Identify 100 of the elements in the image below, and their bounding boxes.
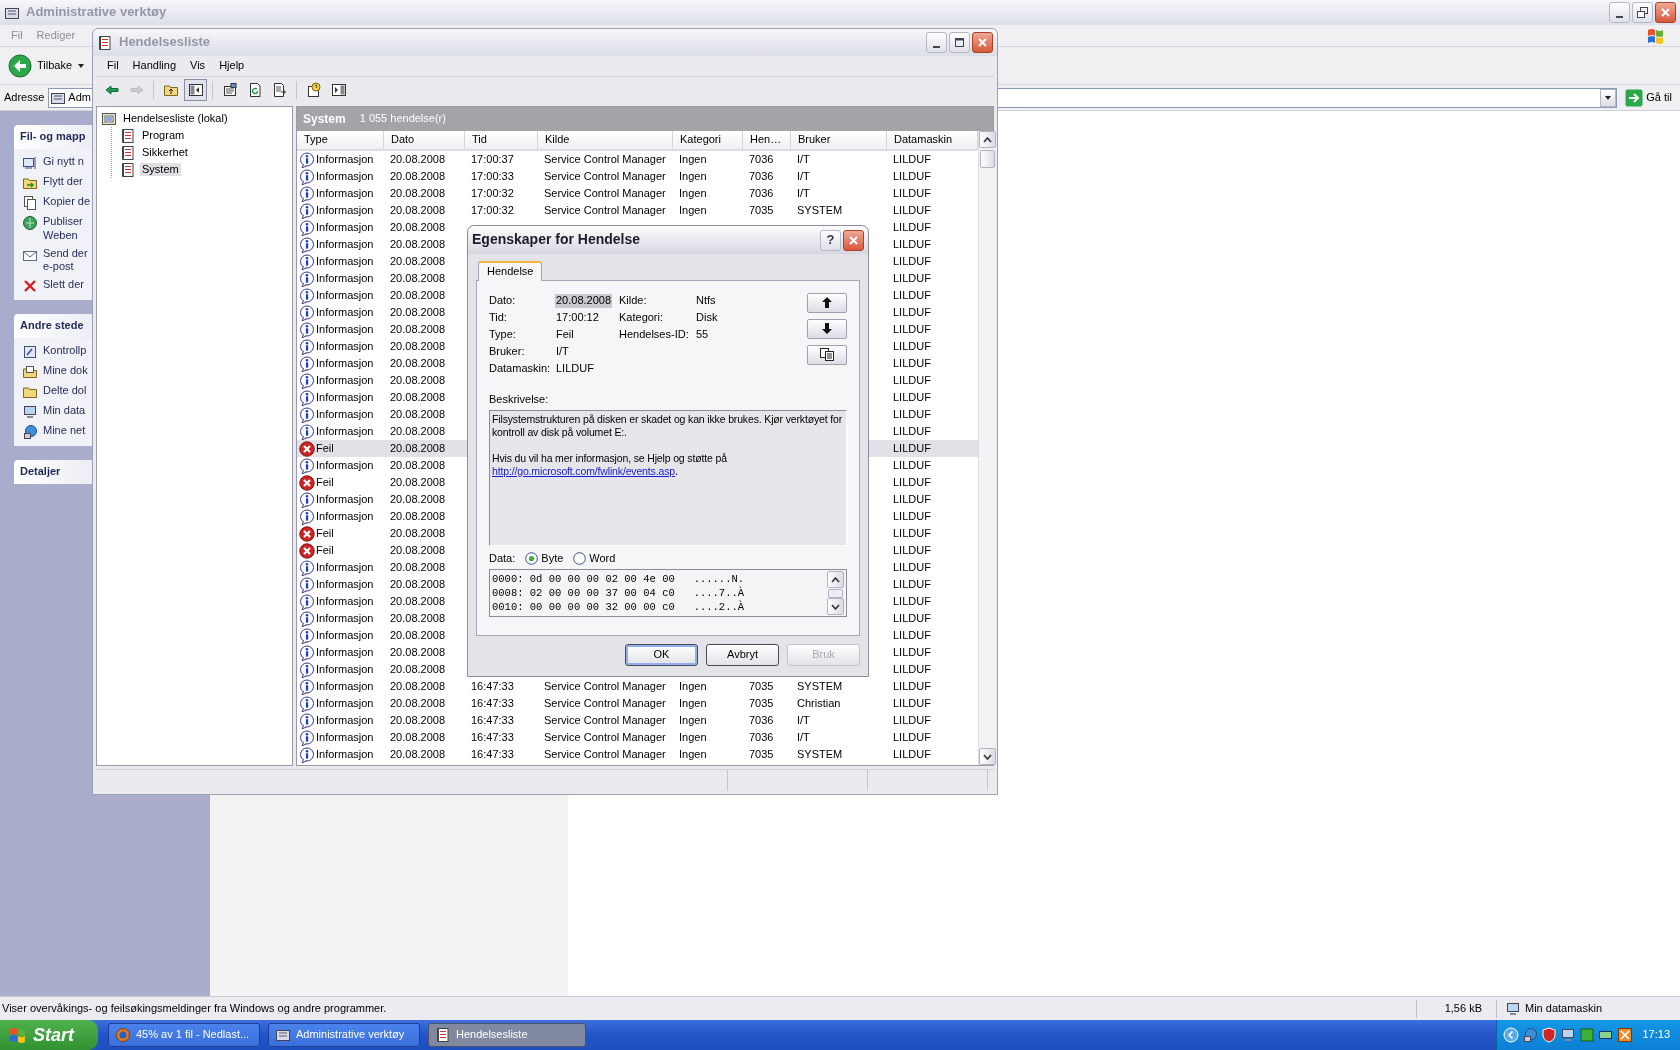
table-cell-text: LILDUF: [892, 747, 932, 762]
table-cell-text: 20.08.2008: [389, 475, 447, 490]
table-cell: Informasjon: [316, 237, 374, 252]
table-cell-text: LILDUF: [892, 373, 932, 388]
table-cell-text: LILDUF: [892, 203, 932, 218]
table-cell-text: LILDUF: [892, 220, 932, 235]
description-text: Hvis du vil ha mer informasjon, se Hjelp og støtte på http://go.microsoft.com/fwlink/events.asp.: [492, 451, 728, 478]
table-cell-text: SYSTEM: [796, 747, 844, 762]
table-cell-text: 20.08.2008: [389, 305, 447, 320]
table-cell: Informasjon: [316, 407, 374, 422]
table-cell: Informasjon: [316, 611, 374, 626]
table-cell-text: 20.08.2008: [389, 577, 447, 592]
table-cell-text: Ingen: [678, 747, 708, 762]
table-cell-text: LILDUF: [892, 254, 932, 269]
field-value: Ntfs: [695, 294, 717, 309]
table-cell: Informasjon: [316, 271, 374, 286]
table-cell-text: 20.08.2008: [389, 492, 447, 507]
table-cell-text: Service Control Manager: [543, 152, 667, 167]
table-cell-text: 7036: [748, 713, 775, 728]
table-cell-text: SYSTEM: [796, 203, 844, 218]
table-cell-text: 20.08.2008: [389, 254, 447, 269]
table-cell-text: 20.08.2008: [389, 679, 447, 694]
status-text: 1,56 kB: [1416, 999, 1496, 1018]
table-cell-text: LILDUF: [892, 560, 932, 575]
table-cell-text: I/T: [796, 152, 811, 167]
table-cell-text: 20.08.2008: [389, 611, 447, 626]
table-cell-text: LILDUF: [892, 526, 932, 541]
hex-line: 0010: 00 00 00 00 32 00 00 c0 ....2..À: [492, 600, 746, 615]
table-cell: Informasjon: [316, 713, 374, 728]
table-cell-text: LILDUF: [892, 662, 932, 677]
table-cell-text: 7036: [748, 152, 775, 167]
table-cell-text: 7035: [748, 203, 775, 218]
table-cell-text: I/T: [796, 186, 811, 201]
table-cell-text: 20.08.2008: [389, 526, 447, 541]
table-cell-text: 20.08.2008: [389, 696, 447, 711]
field-label: Tid:: [489, 311, 508, 326]
table-cell-text: 20.08.2008: [389, 288, 447, 303]
table-cell-text: 20.08.2008: [389, 713, 447, 728]
table-cell: Informasjon: [316, 560, 374, 575]
table-cell-text: 20.08.2008: [389, 152, 447, 167]
table-cell-text: 20.08.2008: [389, 560, 447, 575]
table-cell-text: LILDUF: [892, 152, 932, 167]
table-cell: Informasjon: [316, 696, 374, 711]
table-cell: Informasjon: [316, 254, 374, 269]
table-cell-text: 20.08.2008: [389, 356, 447, 371]
table-cell-text: 7036: [748, 186, 775, 201]
table-cell-text: 20.08.2008: [389, 441, 447, 456]
field-value: Feil: [555, 328, 575, 343]
table-cell-text: Service Control Manager: [543, 713, 667, 728]
field-label: Hendelses-ID:: [619, 328, 690, 343]
table-cell-text: 20.08.2008: [389, 594, 447, 609]
table-cell-text: LILDUF: [892, 339, 932, 354]
table-cell-text: LILDUF: [892, 322, 932, 337]
table-cell-text: 7035: [748, 747, 775, 762]
table-cell-text: LILDUF: [892, 441, 932, 456]
table-cell-text: 20.08.2008: [389, 645, 447, 660]
table-cell-text: Ingen: [678, 169, 708, 184]
table-cell: Feil: [316, 441, 334, 456]
table-cell-text: 20.08.2008: [389, 509, 447, 524]
table-cell-text: LILDUF: [892, 645, 932, 660]
table-cell-text: Ingen: [678, 679, 708, 694]
field-value: 55: [695, 328, 710, 343]
table-cell-text: 7036: [748, 169, 775, 184]
table-cell-text: LILDUF: [892, 169, 932, 184]
window-title: Hendelsesliste: [119, 34, 211, 51]
table-cell-text: 16:47:33: [470, 679, 515, 694]
table-cell-text: 20.08.2008: [389, 458, 447, 473]
table-cell-text: Service Control Manager: [543, 696, 667, 711]
table-cell-text: LILDUF: [892, 271, 932, 286]
table-cell-text: LILDUF: [892, 424, 932, 439]
table-cell-text: 17:00:33: [470, 169, 515, 184]
table-cell-text: Service Control Manager: [543, 203, 667, 218]
table-cell-text: 20.08.2008: [389, 339, 447, 354]
dialog-title: Egenskaper for Hendelse: [472, 231, 641, 249]
table-cell-text: LILDUF: [892, 305, 932, 320]
table-cell-text: LILDUF: [892, 611, 932, 626]
table-cell: Feil: [316, 543, 334, 558]
field-value: LILDUF: [555, 362, 595, 377]
table-cell-text: 20.08.2008: [389, 237, 447, 252]
field-value: 20.08.2008: [555, 294, 613, 309]
table-cell-text: LILDUF: [892, 458, 932, 473]
table-cell-text: 20.08.2008: [389, 628, 447, 643]
table-cell-text: 7036: [748, 730, 775, 745]
table-cell-text: 20.08.2008: [389, 220, 447, 235]
table-cell: Feil: [316, 526, 334, 541]
table-cell-text: 20.08.2008: [389, 186, 447, 201]
table-cell: Informasjon: [316, 628, 374, 643]
table-cell-text: 20.08.2008: [389, 373, 447, 388]
table-cell-text: LILDUF: [892, 628, 932, 643]
table-cell-text: LILDUF: [892, 288, 932, 303]
table-cell-text: 16:47:33: [470, 747, 515, 762]
table-cell: Informasjon: [316, 339, 374, 354]
table-cell: Informasjon: [316, 169, 374, 184]
hex-line: 0008: 02 00 00 00 37 00 04 c0 ....7..À: [492, 586, 746, 600]
table-cell-text: 20.08.2008: [389, 169, 447, 184]
field-value: Disk: [695, 311, 719, 326]
table-cell-text: LILDUF: [892, 390, 932, 405]
table-cell-text: Service Control Manager: [543, 730, 667, 745]
table-cell: Informasjon: [316, 322, 374, 337]
table-cell-text: LILDUF: [892, 237, 932, 252]
